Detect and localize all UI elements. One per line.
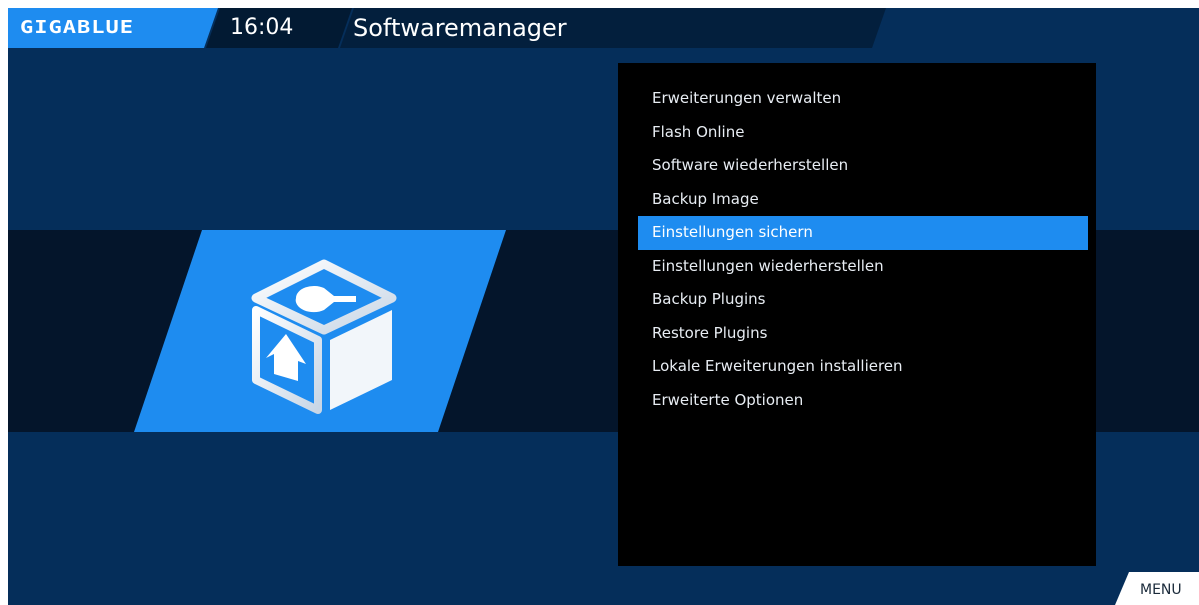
page-title: Softwaremanager [353, 14, 567, 42]
menu-item[interactable]: Lokale Erweiterungen installieren [618, 350, 1096, 384]
header-bar: GIGABLUE 16:04 Softwaremanager [8, 8, 1199, 48]
menu-item[interactable]: Restore Plugins [618, 317, 1096, 351]
menu-item[interactable]: Flash Online [618, 116, 1096, 150]
menu-item[interactable]: Software wiederherstellen [618, 149, 1096, 183]
software-package-cube-icon [244, 258, 404, 418]
menu-item[interactable]: Erweiterte Optionen [618, 384, 1096, 418]
menu-item[interactable]: Erweiterungen verwalten [618, 82, 1096, 116]
brand-logo: GIGABLUE [20, 17, 134, 38]
clock: 16:04 [230, 15, 294, 40]
menu-item[interactable]: Backup Image [618, 183, 1096, 217]
menu-item[interactable]: Einstellungen wiederherstellen [618, 250, 1096, 284]
menu-list: Erweiterungen verwalten Flash Online Softw… [618, 82, 1096, 417]
menu-panel: Erweiterungen verwalten Flash Online Softw… [618, 63, 1096, 566]
menu-item[interactable]: Einstellungen sichern [638, 216, 1088, 250]
menu-item[interactable]: Backup Plugins [618, 283, 1096, 317]
tv-screen: GIGABLUE 16:04 Softwaremanager Erweiteru… [8, 8, 1199, 605]
menu-key-label: MENU [1140, 582, 1182, 598]
